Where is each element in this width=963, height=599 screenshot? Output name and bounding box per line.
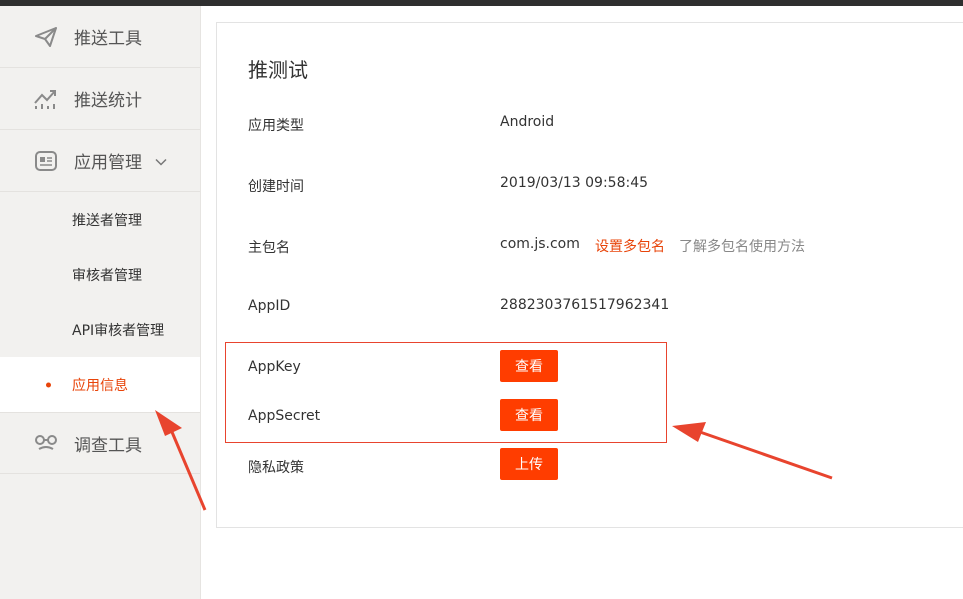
- sidebar-subitem-app-info[interactable]: 应用信息: [0, 357, 200, 412]
- created-time-label: 创建时间: [248, 179, 304, 195]
- chevron-down-icon: [155, 151, 167, 170]
- app-card-icon: [33, 148, 59, 174]
- sidebar-item-survey-tool[interactable]: 调查工具: [0, 412, 200, 474]
- app-id-label: AppID: [248, 298, 291, 314]
- sidebar-item-app-management[interactable]: 应用管理: [0, 130, 200, 192]
- sidebar-subitem-label: API审核者管理: [72, 322, 165, 339]
- set-multi-package-link[interactable]: 设置多包名: [595, 236, 665, 256]
- survey-glasses-icon: [33, 430, 59, 456]
- created-time-value: 2019/03/13 09:58:45: [500, 175, 649, 191]
- sidebar-item-label: 应用管理: [74, 153, 142, 173]
- page-title: 推测试: [248, 58, 308, 82]
- sidebar-item-push-tool[interactable]: 推送工具: [0, 6, 200, 68]
- active-dot: [46, 382, 51, 387]
- app-type-value: Android: [500, 114, 555, 130]
- paper-plane-icon: [33, 24, 59, 50]
- app-type-label: 应用类型: [248, 118, 304, 134]
- sidebar-subitem-label: 应用信息: [72, 377, 128, 394]
- sidebar-subitem-reviewers[interactable]: 审核者管理: [0, 247, 200, 302]
- app-secret-label: AppSecret: [248, 408, 321, 424]
- privacy-policy-label: 隐私政策: [248, 460, 304, 476]
- sidebar: 推送工具 推送统计 应用管理 推送者管理 审核者管理 API审核者管理 应用信息…: [0, 6, 201, 599]
- upload-privacy-policy-button[interactable]: 上传: [500, 448, 558, 480]
- sidebar-item-label: 推送工具: [74, 29, 142, 49]
- package-name-label: 主包名: [248, 240, 290, 256]
- sidebar-item-label: 调查工具: [74, 435, 142, 456]
- view-app-key-button[interactable]: 查看: [500, 350, 558, 382]
- sidebar-subitem-label: 推送者管理: [72, 212, 142, 229]
- view-app-secret-button[interactable]: 查看: [500, 399, 558, 431]
- sidebar-item-push-stats[interactable]: 推送统计: [0, 68, 200, 130]
- app-key-label: AppKey: [248, 359, 301, 375]
- package-name-value: com.js.com: [500, 236, 580, 252]
- multi-package-help-link[interactable]: 了解多包名使用方法: [679, 236, 805, 256]
- sidebar-subitem-label: 审核者管理: [72, 267, 142, 284]
- sidebar-subitem-pushers[interactable]: 推送者管理: [0, 192, 200, 247]
- sidebar-subitem-api-reviewers[interactable]: API审核者管理: [0, 302, 200, 357]
- highlight-annotation-box: [225, 342, 667, 443]
- app-info-card: [216, 22, 963, 528]
- sidebar-item-label: 推送统计: [74, 91, 142, 111]
- app-id-value: 2882303761517962341: [500, 297, 670, 313]
- trend-chart-icon: [33, 86, 59, 112]
